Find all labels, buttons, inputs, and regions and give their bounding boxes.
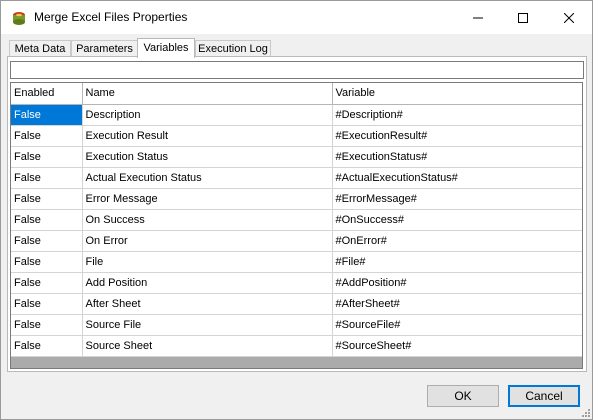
minimize-button[interactable] [455, 1, 501, 34]
table-row[interactable]: False Actual Execution Status #ActualExe… [11, 167, 582, 189]
table-row[interactable]: False Add Position #AddPosition# [11, 272, 582, 294]
tab-variables[interactable]: Variables [137, 38, 195, 58]
window-title: Merge Excel Files Properties [34, 10, 188, 24]
table-row[interactable]: False File #File# [11, 251, 582, 273]
cell-enabled[interactable]: False [11, 293, 83, 315]
cell-variable[interactable]: #ExecutionResult# [332, 125, 582, 147]
cancel-button[interactable]: Cancel [508, 385, 580, 407]
cell-name[interactable]: Add Position [82, 272, 333, 294]
cell-enabled[interactable]: False [11, 314, 83, 336]
cell-name[interactable]: After Sheet [82, 293, 333, 315]
cell-variable[interactable]: #AfterSheet# [332, 293, 582, 315]
cell-name[interactable]: On Error [82, 230, 333, 252]
cell-name[interactable]: On Success [82, 209, 333, 231]
tab-parameters[interactable]: Parameters [71, 40, 138, 57]
cell-enabled[interactable]: False [11, 146, 83, 168]
tab-strip: Meta Data Parameters Variables Execution… [9, 38, 585, 58]
maximize-button[interactable] [500, 1, 546, 34]
cell-enabled[interactable]: False [11, 167, 83, 189]
cell-name[interactable]: Source Sheet [82, 335, 333, 357]
resize-grip-icon[interactable] [580, 407, 590, 417]
table-row[interactable]: False Description #Description# [11, 104, 582, 126]
tab-meta-data[interactable]: Meta Data [9, 40, 71, 57]
cell-name[interactable]: Execution Status [82, 146, 333, 168]
minimize-icon [473, 17, 483, 18]
cell-name[interactable]: Actual Execution Status [82, 167, 333, 189]
cell-enabled[interactable]: False [11, 104, 83, 126]
cell-variable[interactable]: #File# [332, 251, 582, 273]
cell-variable[interactable]: #ErrorMessage# [332, 188, 582, 210]
cell-variable[interactable]: #OnSuccess# [332, 209, 582, 231]
title-bar[interactable]: Merge Excel Files Properties [1, 1, 592, 34]
table-row[interactable]: False Error Message #ErrorMessage# [11, 188, 582, 210]
table-row[interactable]: False Execution Status #ExecutionStatus# [11, 146, 582, 168]
table-row[interactable]: False Execution Result #ExecutionResult# [11, 125, 582, 147]
cell-variable[interactable]: #ActualExecutionStatus# [332, 167, 582, 189]
filter-input[interactable] [10, 61, 584, 79]
table-row[interactable]: False Source Sheet #SourceSheet# [11, 335, 582, 357]
cell-variable[interactable]: #SourceSheet# [332, 335, 582, 357]
cell-variable[interactable]: #Description# [332, 104, 582, 126]
cell-name[interactable]: Source File [82, 314, 333, 336]
column-header-enabled[interactable]: Enabled [11, 83, 83, 105]
merge-excel-app-icon [13, 12, 25, 25]
maximize-icon [518, 12, 528, 23]
grid-header-row: Enabled Name Variable [11, 83, 582, 105]
table-row[interactable]: False Source File #SourceFile# [11, 314, 582, 336]
cell-enabled[interactable]: False [11, 188, 83, 210]
cell-variable[interactable]: #AddPosition# [332, 272, 582, 294]
cell-enabled[interactable]: False [11, 272, 83, 294]
table-row[interactable]: False After Sheet #AfterSheet# [11, 293, 582, 315]
close-icon [564, 12, 574, 23]
cell-variable[interactable]: #ExecutionStatus# [332, 146, 582, 168]
cell-enabled[interactable]: False [11, 251, 83, 273]
ok-button[interactable]: OK [427, 385, 499, 407]
cell-enabled[interactable]: False [11, 209, 83, 231]
properties-dialog: Merge Excel Files Properties Meta Data P… [0, 0, 593, 420]
cell-name[interactable]: Description [82, 104, 333, 126]
cell-variable[interactable]: #OnError# [332, 230, 582, 252]
cell-name[interactable]: Execution Result [82, 125, 333, 147]
cell-name[interactable]: File [82, 251, 333, 273]
cell-variable[interactable]: #SourceFile# [332, 314, 582, 336]
cell-enabled[interactable]: False [11, 125, 83, 147]
table-row[interactable]: False On Success #OnSuccess# [11, 209, 582, 231]
variables-grid: Enabled Name Variable False Description … [10, 82, 583, 369]
cell-enabled[interactable]: False [11, 335, 83, 357]
table-row[interactable]: False On Error #OnError# [11, 230, 582, 252]
cell-enabled[interactable]: False [11, 230, 83, 252]
column-header-name[interactable]: Name [82, 83, 333, 105]
column-header-variable[interactable]: Variable [332, 83, 582, 105]
close-button[interactable] [546, 1, 592, 34]
tab-execution-log[interactable]: Execution Log [195, 40, 271, 57]
cell-name[interactable]: Error Message [82, 188, 333, 210]
